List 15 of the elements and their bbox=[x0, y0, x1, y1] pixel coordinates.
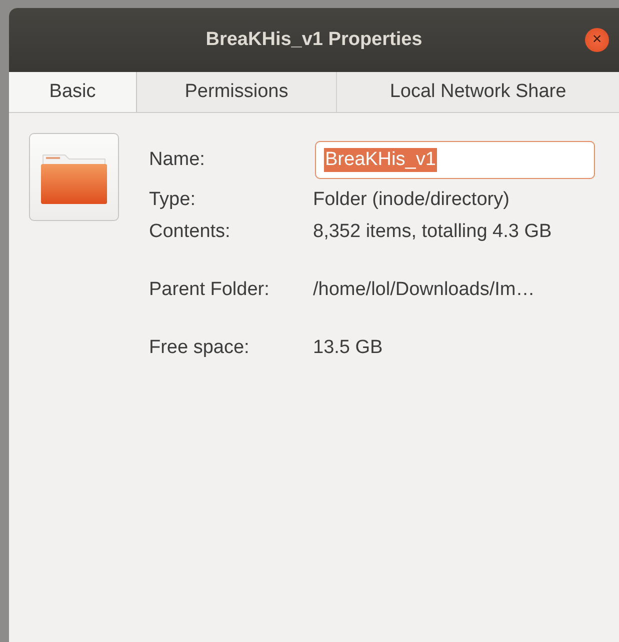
field-label: Contents: bbox=[149, 221, 232, 243]
tab[interactable]: Basic bbox=[9, 72, 137, 112]
field-value: 13.5 GB bbox=[313, 337, 384, 359]
field-value: Folder (inode/directory) bbox=[313, 189, 510, 211]
close-button[interactable]: × bbox=[585, 28, 609, 52]
field-label: Name: bbox=[149, 149, 206, 171]
field-label: Type: bbox=[149, 189, 196, 211]
field-label: Free space: bbox=[149, 337, 250, 359]
folder-icon bbox=[29, 133, 119, 221]
field-value: 8,352 items, totalling 4.3 GB bbox=[313, 221, 553, 243]
field-label: Parent Folder: bbox=[149, 279, 270, 301]
tab[interactable]: Permissions bbox=[137, 72, 337, 112]
tab[interactable]: Local Network Share bbox=[337, 72, 619, 112]
window-title: BreaKHis_v1 Properties bbox=[206, 29, 422, 51]
field-value: /home/lol/Downloads/Im… bbox=[313, 279, 536, 301]
